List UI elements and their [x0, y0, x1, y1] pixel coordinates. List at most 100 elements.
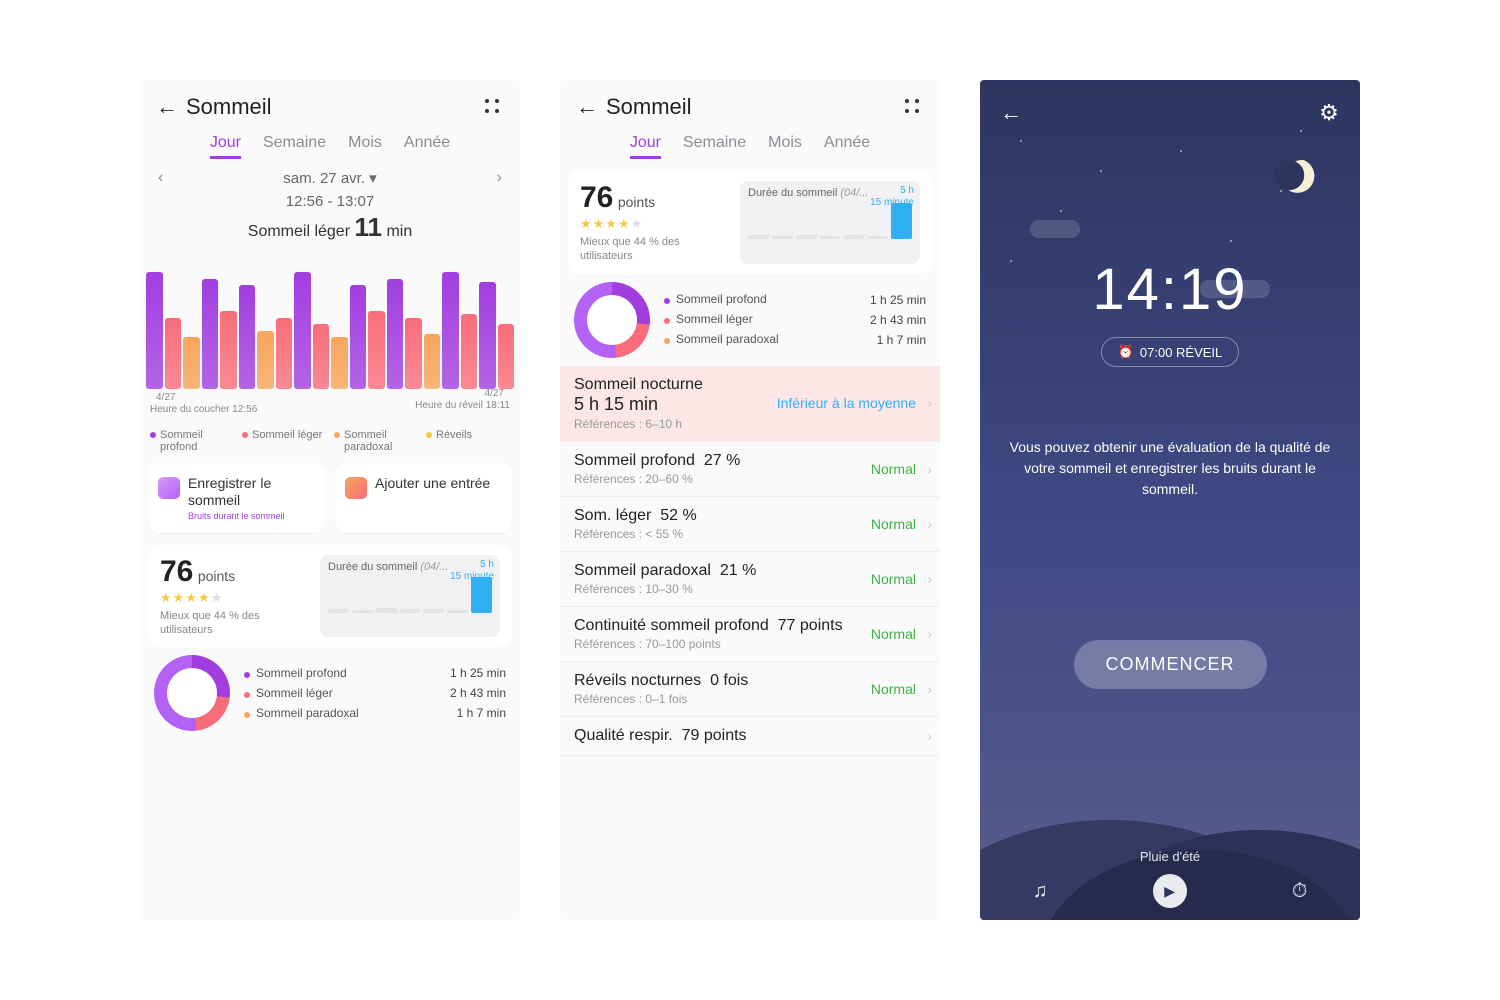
legend-label: Sommeil léger: [252, 429, 322, 453]
score-stars: ★★★★★: [160, 590, 223, 605]
legend-label: Réveils: [436, 429, 472, 453]
chevron-right-icon: ›: [927, 626, 932, 642]
play-button[interactable]: ▶: [1153, 874, 1187, 908]
page-title: Sommeil: [186, 94, 480, 120]
current-time: 14:19: [980, 256, 1360, 323]
back-button[interactable]: ←: [574, 94, 600, 120]
score-value: 76: [160, 555, 193, 588]
tab-mois[interactable]: Mois: [348, 134, 382, 159]
phase-label: Sommeil paradoxal: [256, 707, 451, 720]
sleep-score-card[interactable]: 76 points ★★★★★ Mieux que 44 % des utili…: [568, 171, 932, 274]
tab-jour[interactable]: Jour: [630, 134, 661, 159]
metric-row[interactable]: Sommeil nocturne5 h 15 minRéférences : 6…: [560, 366, 940, 442]
prev-day-button[interactable]: ‹: [158, 169, 163, 187]
tab-mois[interactable]: Mois: [768, 134, 802, 159]
phase-value: 1 h 7 min: [457, 706, 506, 720]
chevron-right-icon: ›: [927, 395, 932, 411]
score-better-than: Mieux que 44 % des utilisateurs: [160, 609, 310, 638]
chevron-right-icon: ›: [927, 571, 932, 587]
record-sleep-card[interactable]: Enregistrer le sommeil Bruits durant le …: [148, 463, 325, 533]
phase-donut-chart[interactable]: [574, 282, 650, 358]
phase-value: 2 h 43 min: [450, 686, 506, 700]
metric-row[interactable]: Continuité sommeil profond 77 pointsRéfé…: [560, 607, 940, 662]
metric-row[interactable]: Som. léger 52 %Références : < 55 %Normal…: [560, 497, 940, 552]
tab-semaine[interactable]: Semaine: [263, 134, 326, 159]
timer-icon[interactable]: ⏱: [1292, 880, 1308, 903]
chevron-right-icon: ›: [927, 681, 932, 697]
phase-value: 2 h 43 min: [870, 313, 926, 327]
header: ← Sommeil: [560, 80, 940, 124]
tab-semaine[interactable]: Semaine: [683, 134, 746, 159]
metric-status: Normal: [871, 461, 916, 477]
metrics-list: Sommeil nocturne5 h 15 minRéférences : 6…: [560, 366, 940, 756]
date-label[interactable]: sam. 27 avr.: [283, 170, 365, 187]
bed-date: 4/27: [156, 392, 175, 403]
metric-row[interactable]: Sommeil profond 27 %Références : 20–60 %…: [560, 442, 940, 497]
wake-date: 4/27: [485, 388, 504, 399]
phase-breakdown: Sommeil profond1 h 25 minSommeil léger2 …: [140, 647, 520, 739]
duration-mini-chart[interactable]: Durée du sommeil (04/... 5 h15 minute: [320, 555, 500, 638]
phase-label: Sommeil paradoxal: [676, 333, 871, 346]
header: ← ⚙: [980, 80, 1360, 146]
note-icon: [345, 477, 367, 499]
metric-title: Qualité respir. 79 points: [574, 727, 926, 745]
settings-icon[interactable]: ⚙: [1316, 100, 1342, 126]
metric-status: Normal: [871, 571, 916, 587]
metric-status: Normal: [871, 516, 916, 532]
tab-jour[interactable]: Jour: [210, 134, 241, 159]
score-value: 76: [580, 181, 613, 214]
add-entry-label: Ajouter une entrée: [375, 475, 490, 492]
score-unit: points: [618, 194, 655, 210]
header: ← Sommeil: [140, 80, 520, 124]
more-icon[interactable]: [480, 94, 506, 120]
phase-value: 1 h 25 min: [450, 666, 506, 680]
metric-row[interactable]: Réveils nocturnes 0 foisRéférences : 0–1…: [560, 662, 940, 717]
alarm-icon: ⏰: [1118, 344, 1134, 360]
sleep-hypnogram-chart[interactable]: 4/27 Heure du coucher 12:56 4/27 Heure d…: [146, 259, 514, 389]
chart-legend: Sommeil profondSommeil légerSommeil para…: [140, 423, 520, 463]
phase-label: Sommeil léger: [676, 313, 864, 326]
sleep-score-card[interactable]: 76 points ★★★★★ Mieux que 44 % des utili…: [148, 545, 512, 648]
range-tabs: Jour Semaine Mois Année: [140, 124, 520, 165]
duration-mini-chart[interactable]: Durée du sommeil (04/... 5 h15 minute: [740, 181, 920, 264]
stars-decoration: [980, 80, 1360, 920]
metric-status: Normal: [871, 681, 916, 697]
metric-row[interactable]: Sommeil paradoxal 21 %Références : 10–30…: [560, 552, 940, 607]
screen-sleep-tracker: ← ⚙ 14:19 ⏰ 07:00 RÉVEIL Vous pouvez obt…: [980, 80, 1360, 920]
tab-annee[interactable]: Année: [404, 134, 450, 159]
record-sleep-label: Enregistrer le sommeil: [188, 475, 315, 509]
metric-status: Inférieur à la moyenne: [777, 395, 916, 411]
start-button[interactable]: COMMENCER: [1074, 640, 1267, 689]
legend-label: Sommeil paradoxal: [344, 429, 418, 453]
chevron-right-icon: ›: [927, 516, 932, 532]
metric-row[interactable]: Qualité respir. 79 points›: [560, 717, 940, 756]
metric-status: Normal: [871, 626, 916, 642]
moon-icon: [1279, 155, 1325, 201]
playlist-icon[interactable]: ♫: [1033, 880, 1048, 903]
next-day-button[interactable]: ›: [497, 169, 502, 187]
sound-track-name: Pluie d'été: [980, 849, 1360, 864]
metric-title: Sommeil nocturne: [574, 376, 926, 394]
phase-label: Sommeil profond: [676, 293, 864, 306]
highlight-value: Sommeil léger 11 min: [140, 212, 520, 243]
phase-value: 1 h 25 min: [870, 293, 926, 307]
date-nav: ‹ sam. 27 avr. ▾ ›: [140, 165, 520, 191]
range-tabs: Jour Semaine Mois Année: [560, 124, 940, 165]
tab-annee[interactable]: Année: [824, 134, 870, 159]
record-sleep-sub: Bruits durant le sommeil: [188, 511, 315, 521]
more-icon[interactable]: [900, 94, 926, 120]
page-title: Sommeil: [606, 94, 900, 120]
back-button[interactable]: ←: [998, 100, 1024, 126]
phase-breakdown: Sommeil profond 1 h 25 min Sommeil léger 2 …: [560, 274, 940, 366]
chevron-right-icon: ›: [927, 728, 932, 744]
cloud-decoration: [1200, 280, 1270, 298]
phase-donut-chart[interactable]: [154, 655, 230, 731]
add-entry-card[interactable]: Ajouter une entrée: [335, 463, 512, 533]
player-bar: ♫ ▶ ⏱: [980, 874, 1360, 908]
cloud-decoration: [1030, 220, 1080, 238]
alarm-pill[interactable]: ⏰ 07:00 RÉVEIL: [1101, 337, 1240, 367]
chevron-right-icon: ›: [927, 461, 932, 477]
time-range: 12:56 - 13:07: [140, 193, 520, 210]
back-button[interactable]: ←: [154, 94, 180, 120]
screen-sleep-day: ← Sommeil Jour Semaine Mois Année ‹ sam.…: [140, 80, 520, 920]
